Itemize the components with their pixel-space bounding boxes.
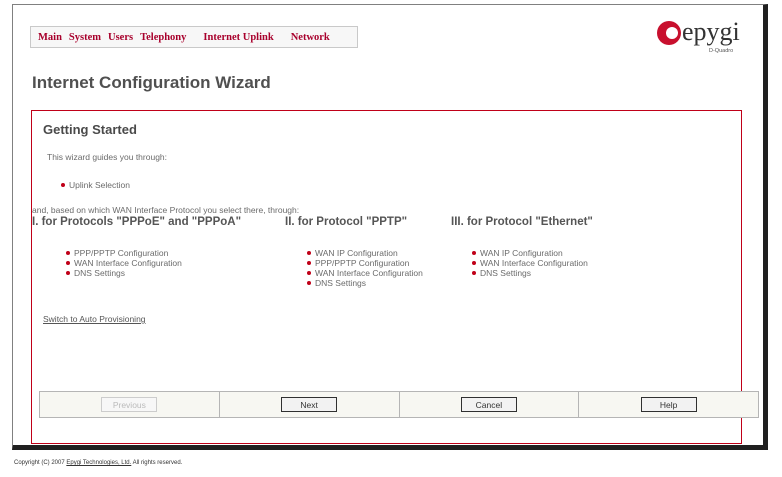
list-item: PPP/PPTP Configuration [66, 248, 182, 258]
company-link[interactable]: Epygi Technologies, Ltd. [66, 460, 131, 466]
bullet-icon [66, 251, 70, 255]
bullet-icon [472, 251, 476, 255]
list-item: WAN IP Configuration [307, 248, 423, 258]
page-title: Internet Configuration Wizard [32, 73, 271, 92]
protocol-heading-pppoe: I. for Protocols "PPPoE" and "PPPoA" [32, 216, 242, 228]
list-item: DNS Settings [307, 278, 423, 288]
logo-subtext: D-Quadro [709, 48, 734, 54]
menu-item-internet-uplink[interactable]: Internet Uplink [203, 32, 273, 43]
protocol-heading-ethernet: III. for Protocol "Ethernet" [451, 216, 593, 228]
list-item: WAN Interface Configuration [472, 258, 588, 268]
list-item: WAN Interface Configuration [307, 268, 423, 278]
logo-mark-icon [657, 21, 681, 45]
button-cell: Cancel [400, 392, 580, 417]
next-button[interactable]: Next [281, 397, 338, 412]
bullet-icon [472, 261, 476, 265]
bullet-icon [66, 271, 70, 275]
copyright-prefix: Copyright (C) 2007 [14, 460, 67, 466]
bullet-icon [61, 183, 65, 187]
menu-item-system[interactable]: System [69, 32, 101, 43]
list-item: DNS Settings [66, 268, 182, 278]
pptp-step-list: WAN IP Configuration PPP/PPTP Configurat… [307, 248, 423, 288]
wizard-button-bar: Previous Next Cancel Help [39, 391, 759, 418]
bullet-icon [307, 271, 311, 275]
switch-to-auto-provisioning-link[interactable]: Switch to Auto Provisioning [43, 314, 146, 324]
list-item: Uplink Selection [61, 180, 130, 190]
copyright-footer: Copyright (C) 2007 Epygi Technologies, L… [14, 460, 182, 466]
protocol-heading-pptp: II. for Protocol "PPTP" [285, 216, 408, 228]
epygi-logo: epygi D-Quadro [657, 17, 749, 58]
bullet-icon [307, 251, 311, 255]
button-cell: Next [220, 392, 400, 417]
menu-item-main[interactable]: Main [38, 32, 62, 43]
list-item: WAN IP Configuration [472, 248, 588, 258]
intro-text: This wizard guides you through: [47, 152, 168, 162]
list-item: WAN Interface Configuration [66, 258, 182, 268]
bullet-icon [307, 261, 311, 265]
list-item: DNS Settings [472, 268, 588, 278]
pppoe-step-list: PPP/PPTP Configuration WAN Interface Con… [66, 248, 182, 278]
previous-button[interactable]: Previous [101, 397, 158, 412]
button-cell: Help [579, 392, 758, 417]
menu-item-telephony[interactable]: Telephony [140, 32, 186, 43]
ethernet-step-list: WAN IP Configuration WAN Interface Confi… [472, 248, 588, 278]
menu-item-network[interactable]: Network [291, 32, 330, 43]
main-menu: Main System Users Telephony Internet Upl… [30, 26, 358, 48]
uplink-step-list: Uplink Selection [61, 180, 130, 190]
copyright-suffix: All rights reserved. [131, 460, 183, 466]
logo-text: epygi [682, 17, 740, 46]
protocol-intro-text: and, based on which WAN Interface Protoc… [32, 205, 300, 215]
bullet-icon [307, 281, 311, 285]
bullet-icon [66, 261, 70, 265]
list-item: PPP/PPTP Configuration [307, 258, 423, 268]
bullet-icon [472, 271, 476, 275]
panel-heading: Getting Started [43, 122, 137, 137]
menu-item-users[interactable]: Users [108, 32, 133, 43]
cancel-button[interactable]: Cancel [460, 397, 517, 412]
button-cell: Previous [40, 392, 220, 417]
help-button[interactable]: Help [640, 397, 697, 412]
